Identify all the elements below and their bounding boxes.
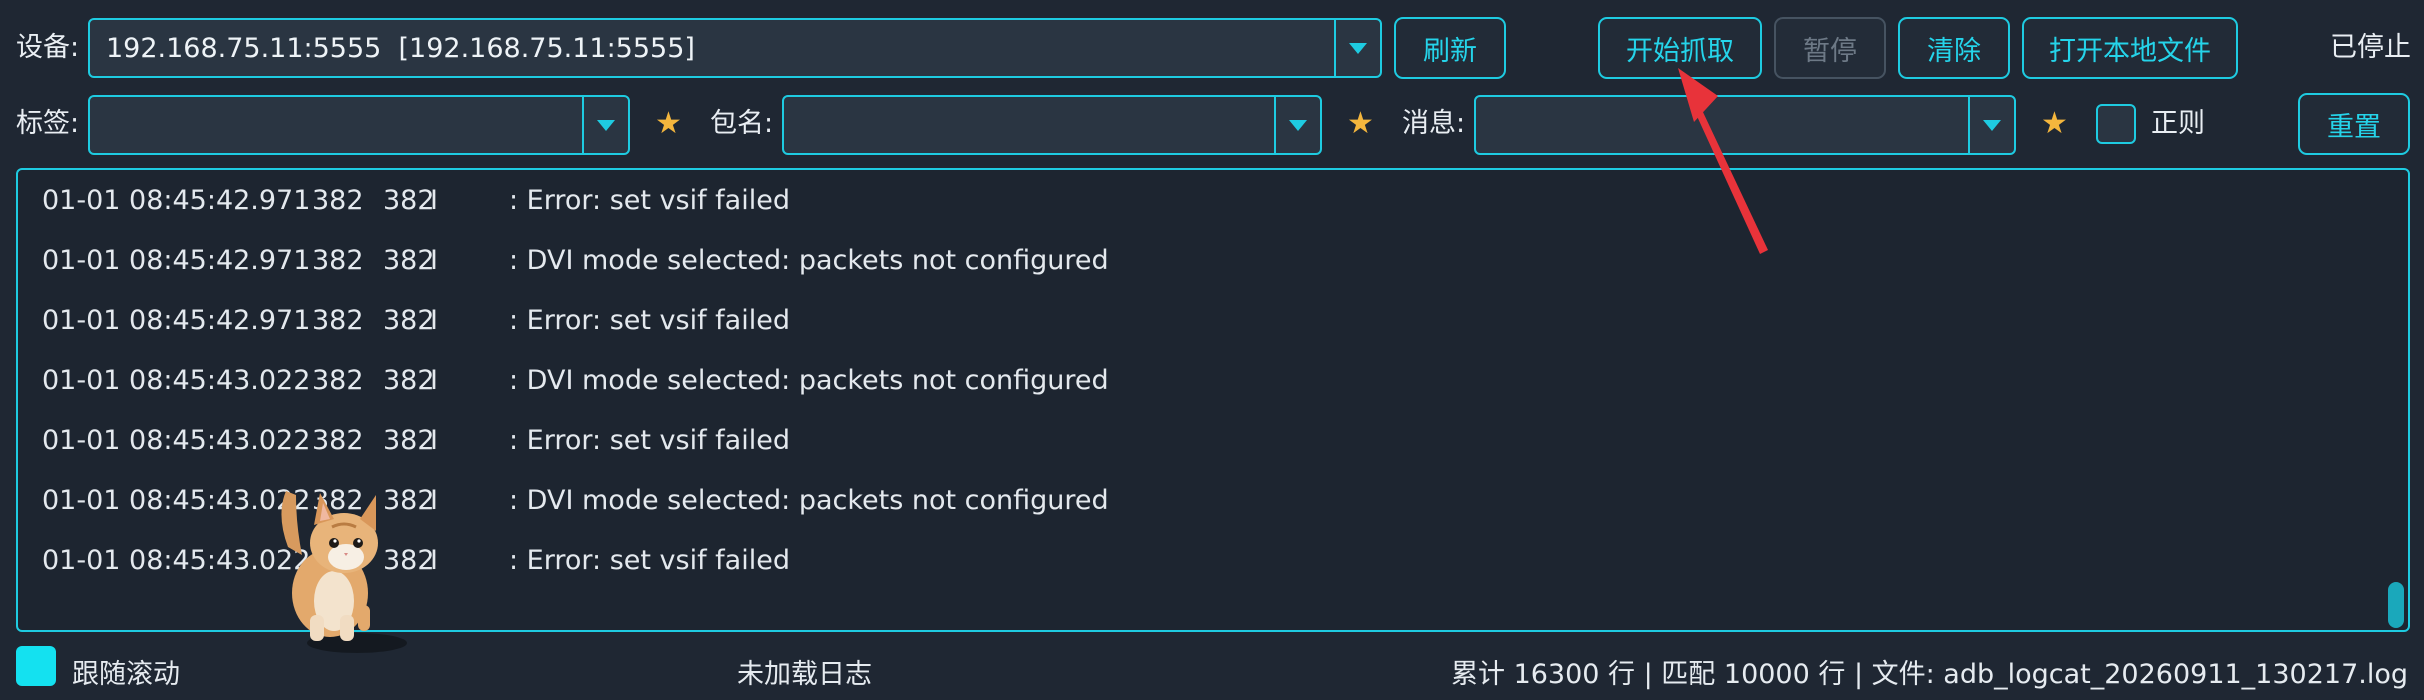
stats-text: 累计 16300 行 | 匹配 10000 行 | 文件: adb_logcat… <box>1450 659 2408 690</box>
log-tid: 382 <box>383 305 435 336</box>
log-level: I <box>430 485 438 516</box>
tag-dropdown-button[interactable] <box>582 97 628 153</box>
device-select-value: 192.168.75.11:5555 [192.168.75.11:5555] <box>106 32 695 64</box>
log-message: : DVI mode selected: packets not configu… <box>509 485 1109 516</box>
log-tid: 382 <box>383 245 435 276</box>
chevron-down-icon <box>1983 119 2001 131</box>
log-pid: 382 <box>312 365 364 396</box>
log-row[interactable]: 01-01 08:45:42.971 382 382 I: DVI mode sele… <box>42 245 2342 277</box>
red-arrow <box>1678 68 1768 254</box>
log-time: 01-01 08:45:43.022 <box>42 365 311 396</box>
tag-label: 标签: <box>16 108 80 139</box>
device-label: 设备: <box>16 32 80 63</box>
package-favorite-star-icon[interactable]: ★ <box>1347 109 1374 139</box>
package-filter-input[interactable] <box>782 95 1322 155</box>
log-row[interactable]: 01-01 08:45:42.971 382 382 I: Error: set vs… <box>42 185 2342 217</box>
chevron-down-icon <box>597 119 615 131</box>
package-label: 包名: <box>710 108 774 139</box>
regex-label: 正则 <box>2151 108 2205 139</box>
log-level: I <box>430 245 438 276</box>
log-row[interactable]: 01-01 08:45:43.022382382I: Error: set vs… <box>42 425 2342 457</box>
log-row[interactable]: 01-01 08:45:42.971 382 382 I: Error: set vs… <box>42 305 2342 337</box>
log-level: I <box>430 365 438 396</box>
cat-sticker <box>281 491 407 653</box>
log-level: I <box>430 185 438 216</box>
log-tid: 382 <box>383 425 435 456</box>
log-tid: 382 <box>383 185 435 216</box>
log-row[interactable]: 01-01 08:45:43.022 382 382 I: DVI mode sele… <box>42 365 2342 397</box>
log-time: 01-01 08:45:42.971 <box>42 245 311 276</box>
log-time: 01-01 08:45:42.971 <box>42 185 311 216</box>
message-favorite-star-icon[interactable]: ★ <box>2041 109 2068 139</box>
tag-filter-input[interactable] <box>88 95 630 155</box>
follow-scroll-label: 跟随滚动 <box>72 659 180 690</box>
log-level: I <box>430 425 438 456</box>
log-pid: 382 <box>312 245 364 276</box>
log-level: I <box>430 305 438 336</box>
reset-button[interactable]: 重置 <box>2298 93 2410 155</box>
open-local-file-button[interactable]: 打开本地文件 <box>2022 17 2238 79</box>
log-time: 01-01 08:45:43.022 <box>42 425 311 456</box>
log-scrollbar-thumb[interactable] <box>2388 582 2404 628</box>
chevron-down-icon <box>1289 119 1307 131</box>
log-message: : DVI mode selected: packets not configu… <box>509 365 1109 396</box>
log-pid: 382 <box>312 425 364 456</box>
follow-scroll-checkbox[interactable] <box>16 646 56 686</box>
load-status-text: 未加载日志 <box>737 659 872 690</box>
log-level: I <box>430 545 438 576</box>
regex-checkbox[interactable] <box>2096 104 2136 144</box>
log-message: : Error: set vsif failed <box>509 185 790 216</box>
device-dropdown-button[interactable] <box>1334 20 1380 76</box>
log-tid: 382 <box>383 365 435 396</box>
log-pid: 382 <box>312 185 364 216</box>
package-dropdown-button[interactable] <box>1274 97 1320 153</box>
clear-button[interactable]: 清除 <box>1898 17 2010 79</box>
refresh-button[interactable]: 刷新 <box>1394 17 1506 79</box>
log-message: : DVI mode selected: packets not configu… <box>509 245 1109 276</box>
device-select[interactable]: 192.168.75.11:5555 [192.168.75.11:5555] <box>88 18 1382 78</box>
capture-state-text: 已停止 <box>2330 32 2411 63</box>
chevron-down-icon <box>1349 42 1367 54</box>
message-label: 消息: <box>1402 108 1466 139</box>
log-message: : Error: set vsif failed <box>509 545 790 576</box>
pause-button[interactable]: 暂停 <box>1774 17 1886 79</box>
log-time: 01-01 08:45:42.971 <box>42 305 311 336</box>
log-message: : Error: set vsif failed <box>509 425 790 456</box>
log-message: : Error: set vsif failed <box>509 305 790 336</box>
tag-favorite-star-icon[interactable]: ★ <box>655 109 682 139</box>
message-dropdown-button[interactable] <box>1968 97 2014 153</box>
log-pid: 382 <box>312 305 364 336</box>
